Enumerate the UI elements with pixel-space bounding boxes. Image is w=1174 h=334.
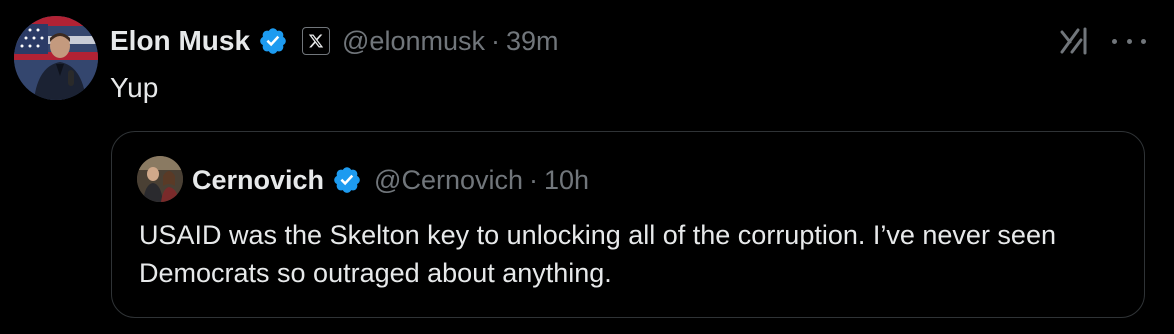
quoted-post-text: USAID was the Skelton key to unlocking a…: [139, 220, 1056, 288]
verified-badge-icon[interactable]: [258, 26, 288, 56]
post-text: Yup: [110, 72, 159, 103]
author-name[interactable]: Elon Musk: [110, 25, 250, 57]
separator-dot: ·: [529, 164, 539, 195]
dot-icon: [1141, 38, 1146, 44]
verified-badge-icon[interactable]: [332, 165, 362, 195]
tweet[interactable]: Elon Musk @elonmusk · 39m Yup Cernovich …: [0, 0, 1174, 334]
quoted-author-handle[interactable]: @Cernovich: [374, 165, 523, 196]
author-handle[interactable]: @elonmusk: [342, 26, 485, 57]
quoted-author-avatar[interactable]: [137, 156, 183, 202]
post-header: Elon Musk @elonmusk · 39m: [110, 21, 559, 61]
grok-icon[interactable]: [1058, 24, 1092, 58]
post-timestamp[interactable]: 39m: [506, 26, 559, 57]
quoted-post-header: Cernovich @Cernovich · 10h: [192, 160, 589, 200]
separator-dot: ·: [490, 25, 500, 56]
quoted-post[interactable]: Cernovich @Cernovich · 10h USAID was the…: [111, 131, 1145, 318]
dot-icon: [1126, 38, 1132, 44]
x-logo-icon[interactable]: [302, 27, 331, 55]
quoted-post-timestamp[interactable]: 10h: [544, 165, 589, 196]
author-avatar[interactable]: [14, 16, 98, 100]
more-options-icon[interactable]: [1112, 28, 1146, 54]
quoted-author-name[interactable]: Cernovich: [192, 165, 324, 196]
dot-icon: [1112, 38, 1117, 44]
